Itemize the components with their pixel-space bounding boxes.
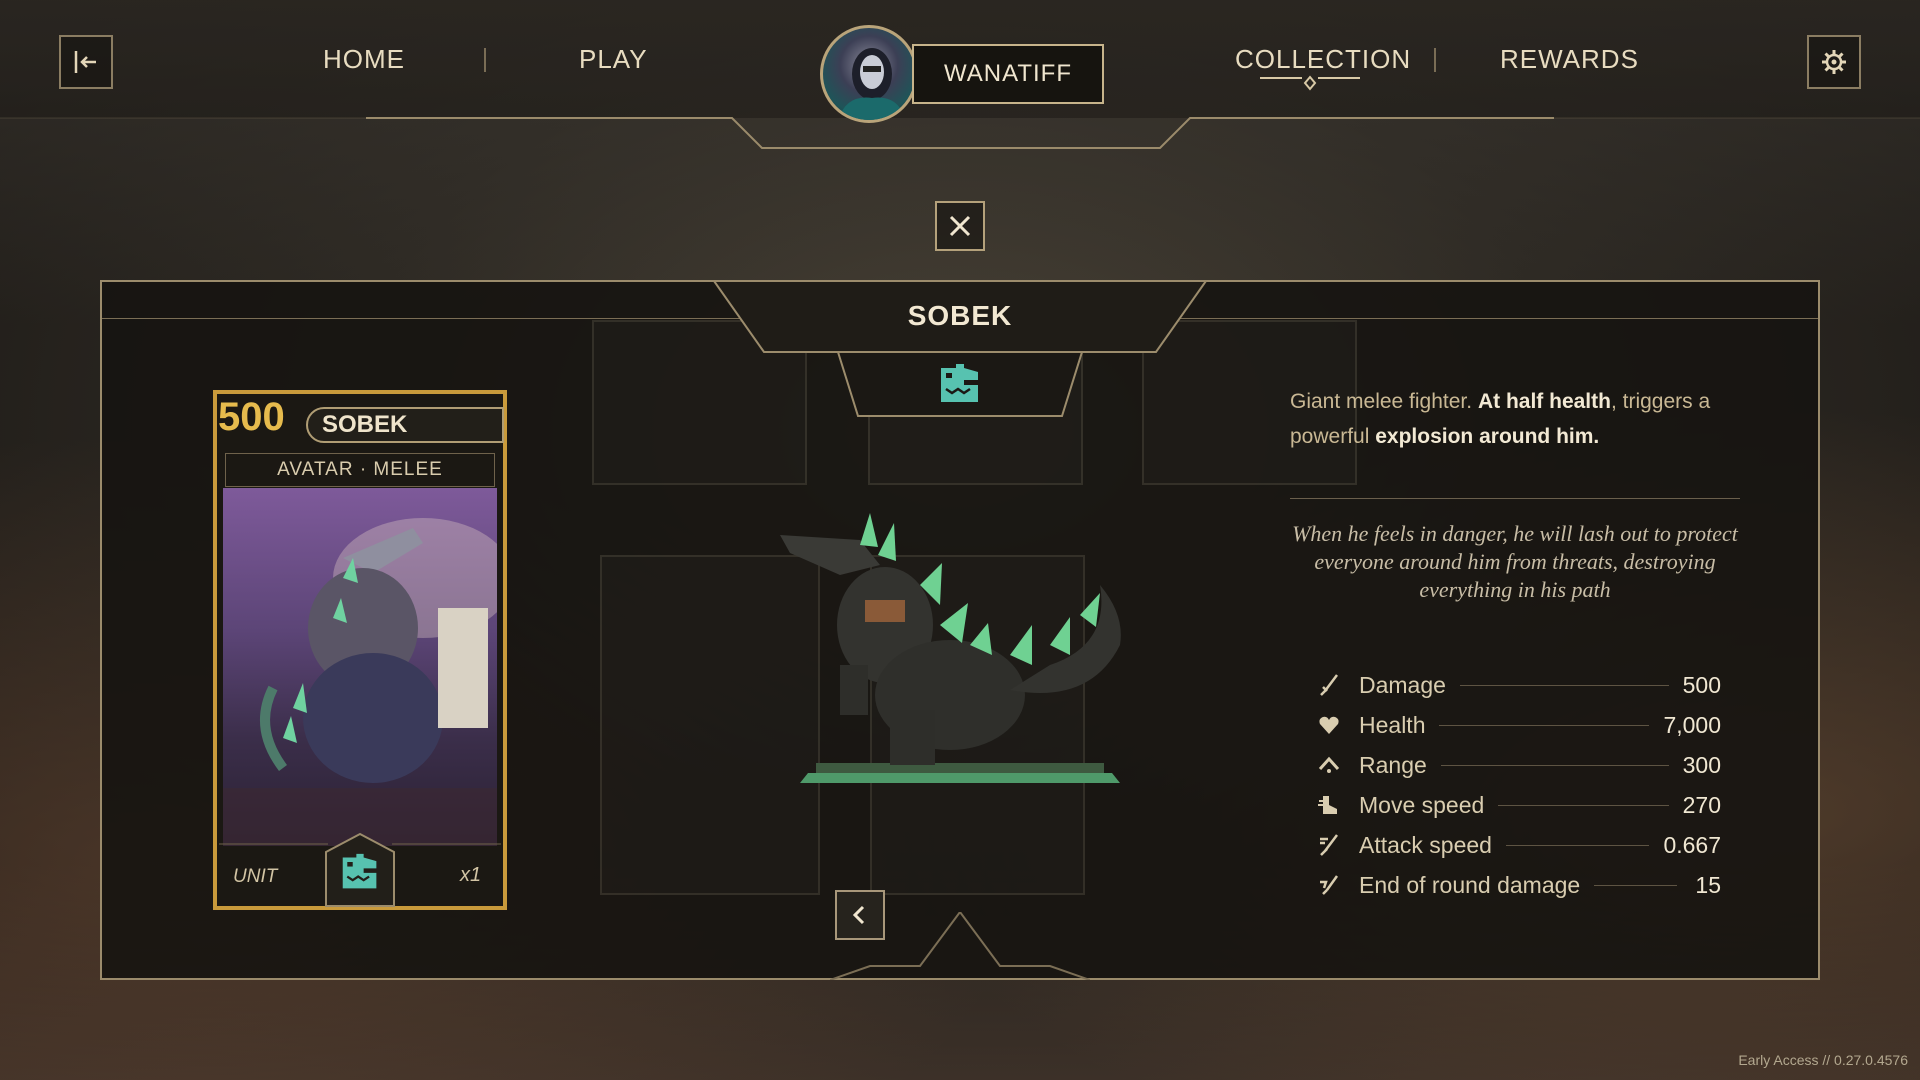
- stat-row-health: Health 7,000: [1315, 705, 1721, 745]
- stat-label: Attack speed: [1359, 831, 1492, 858]
- stat-value: 300: [1682, 751, 1721, 778]
- attack-speed-icon: [1315, 831, 1343, 859]
- player-avatar[interactable]: [820, 25, 918, 123]
- unit-title: SOBEK: [907, 300, 1013, 331]
- exit-icon: [74, 51, 96, 73]
- boot-icon: [1315, 791, 1343, 819]
- stat-value: 7,000: [1663, 711, 1721, 738]
- stats-list: Damage 500 Health 7,000 Range 300 Move s…: [1315, 665, 1721, 905]
- settings-button[interactable]: [1807, 35, 1861, 89]
- sobek-card-illustration: [223, 518, 497, 846]
- username-box: WANATIFF: [912, 44, 1104, 104]
- username: WANATIFF: [944, 60, 1072, 87]
- heart-icon: [1315, 711, 1343, 739]
- card-name: SOBEK: [306, 407, 504, 443]
- desc-highlight: explosion around him.: [1375, 425, 1600, 448]
- stat-label: Damage: [1359, 671, 1446, 698]
- unit-description: Giant melee fighter. At half health, tri…: [1290, 384, 1760, 454]
- stat-label: Health: [1359, 711, 1426, 738]
- stat-leader-line: [1440, 764, 1669, 766]
- range-icon: [1315, 751, 1343, 779]
- stat-row-damage: Damage 500: [1315, 665, 1721, 705]
- unit-3d-model[interactable]: [770, 505, 1150, 785]
- nav-separator: [484, 48, 486, 72]
- nav-collection[interactable]: COLLECTION: [1235, 44, 1411, 75]
- stat-value: 15: [1695, 871, 1721, 898]
- close-button[interactable]: [935, 201, 985, 251]
- card-footer-type: UNIT: [233, 866, 278, 887]
- desc-highlight: At half health: [1477, 390, 1611, 413]
- sword-icon: [1315, 671, 1343, 699]
- card-count: x1: [460, 864, 482, 886]
- close-icon: [949, 215, 971, 237]
- stat-leader-line: [1505, 844, 1650, 846]
- nav-play[interactable]: PLAY: [579, 44, 648, 75]
- nav-home[interactable]: HOME: [323, 44, 405, 75]
- stat-row-range: Range 300: [1315, 745, 1721, 785]
- stat-row-attack-speed: Attack speed 0.667: [1315, 825, 1721, 865]
- gear-icon: [1822, 50, 1846, 74]
- stat-label: End of round damage: [1359, 871, 1581, 898]
- chevron-left-icon: [852, 905, 865, 925]
- stat-value: 500: [1682, 671, 1721, 698]
- desc-part: Giant melee fighter.: [1290, 390, 1473, 413]
- stat-leader-line: [1439, 724, 1650, 726]
- nav-separator: [1434, 48, 1436, 72]
- stat-leader-line: [1459, 684, 1669, 686]
- stat-label: Range: [1359, 751, 1427, 778]
- description-divider: [1290, 498, 1740, 499]
- stat-value: 0.667: [1663, 831, 1721, 858]
- stat-leader-line: [1594, 884, 1677, 886]
- end-round-damage-icon: [1315, 871, 1343, 899]
- stat-label: Move speed: [1359, 791, 1485, 818]
- nav-rewards[interactable]: REWARDS: [1500, 44, 1639, 75]
- stat-row-move-speed: Move speed 270: [1315, 785, 1721, 825]
- card-faction-icon: [342, 853, 377, 889]
- active-tab-indicator: [1260, 75, 1360, 91]
- stat-leader-line: [1498, 804, 1669, 806]
- card-artwork: [223, 488, 497, 846]
- stat-value: 270: [1682, 791, 1721, 818]
- stat-row-end-of-round-damage: End of round damage 15: [1315, 865, 1721, 905]
- back-button[interactable]: [835, 890, 885, 940]
- card-cost: 500: [218, 395, 285, 439]
- exit-button[interactable]: [59, 35, 113, 89]
- version-label: Early Access // 0.27.0.4576: [1738, 1052, 1908, 1068]
- flavor-text: When he feels in danger, he will lash ou…: [1292, 521, 1738, 602]
- card-type-line: AVATAR · MELEE: [225, 453, 495, 487]
- crocodile-icon: [941, 364, 978, 402]
